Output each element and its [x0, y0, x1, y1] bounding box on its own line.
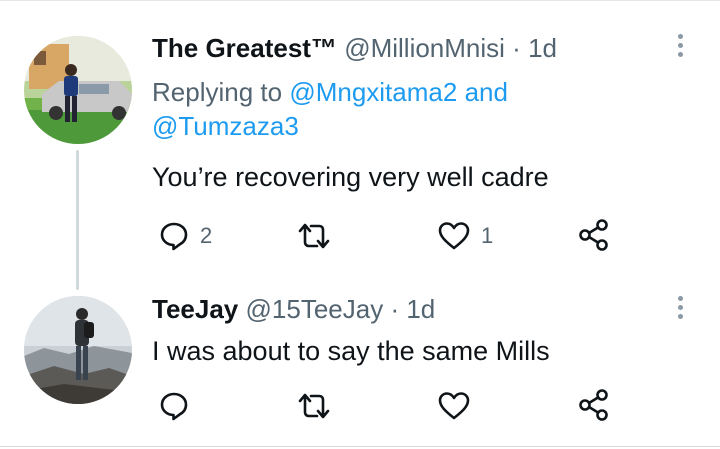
avatar[interactable]: [24, 36, 132, 144]
share-button[interactable]: [577, 218, 611, 252]
like-button[interactable]: 1: [437, 220, 493, 252]
retweet-icon: [298, 223, 330, 249]
bottom-divider: [0, 446, 720, 447]
avatar-photo-hiker-on-rocks: [24, 296, 132, 404]
tweet-text: You’re recovering very well cadre: [152, 162, 549, 192]
avatar-photo-man-with-car: [24, 36, 132, 144]
reply-bubble-icon: [160, 222, 188, 251]
mention-link[interactable]: @Tumzaza3: [152, 111, 299, 141]
tweet-text: I was about to say the same Mills: [152, 336, 550, 366]
mention-joiner: and: [464, 77, 508, 107]
reply-count: 2: [200, 223, 213, 248]
like-count: 1: [481, 223, 494, 248]
reply-bubble-icon: [160, 392, 188, 421]
separator-dot: ·: [512, 33, 521, 63]
display-name[interactable]: The Greatest™: [152, 33, 337, 63]
avatar[interactable]: [24, 296, 132, 404]
display-name[interactable]: TeeJay: [152, 294, 238, 324]
separator-dot: ·: [390, 294, 400, 324]
mention-link[interactable]: @Mngxitama2: [289, 77, 457, 107]
like-button[interactable]: [437, 390, 481, 422]
reply-button[interactable]: [158, 390, 200, 422]
share-icon: [579, 219, 608, 251]
heart-icon: [438, 222, 470, 250]
share-button[interactable]: [577, 388, 611, 422]
retweet-button[interactable]: [296, 390, 342, 422]
share-icon: [579, 389, 608, 421]
retweet-icon: [298, 393, 330, 419]
heart-icon: [438, 392, 470, 420]
replying-to-line: Replying to @Mngxitama2 and @Tumzaza3: [152, 75, 622, 143]
tweet-header: The Greatest™ @MillionMnisi · 1d: [152, 33, 557, 63]
user-handle[interactable]: @15TeeJay: [246, 294, 384, 324]
top-divider: [0, 0, 720, 1]
retweet-button[interactable]: [296, 220, 342, 252]
timestamp[interactable]: 1d: [406, 294, 435, 324]
tweet-thread: The Greatest™ @MillionMnisi · 1d Replyin…: [0, 0, 720, 449]
more-vertical-icon[interactable]: [672, 296, 688, 326]
replying-to-label: Replying to: [152, 77, 283, 107]
timestamp[interactable]: 1d: [528, 33, 557, 63]
reply-button[interactable]: 2: [158, 220, 212, 252]
more-vertical-icon[interactable]: [672, 34, 688, 64]
user-handle[interactable]: @MillionMnisi: [344, 33, 505, 63]
tweet-header: TeeJay @15TeeJay · 1d: [152, 294, 435, 324]
thread-connector-line: [76, 150, 79, 290]
